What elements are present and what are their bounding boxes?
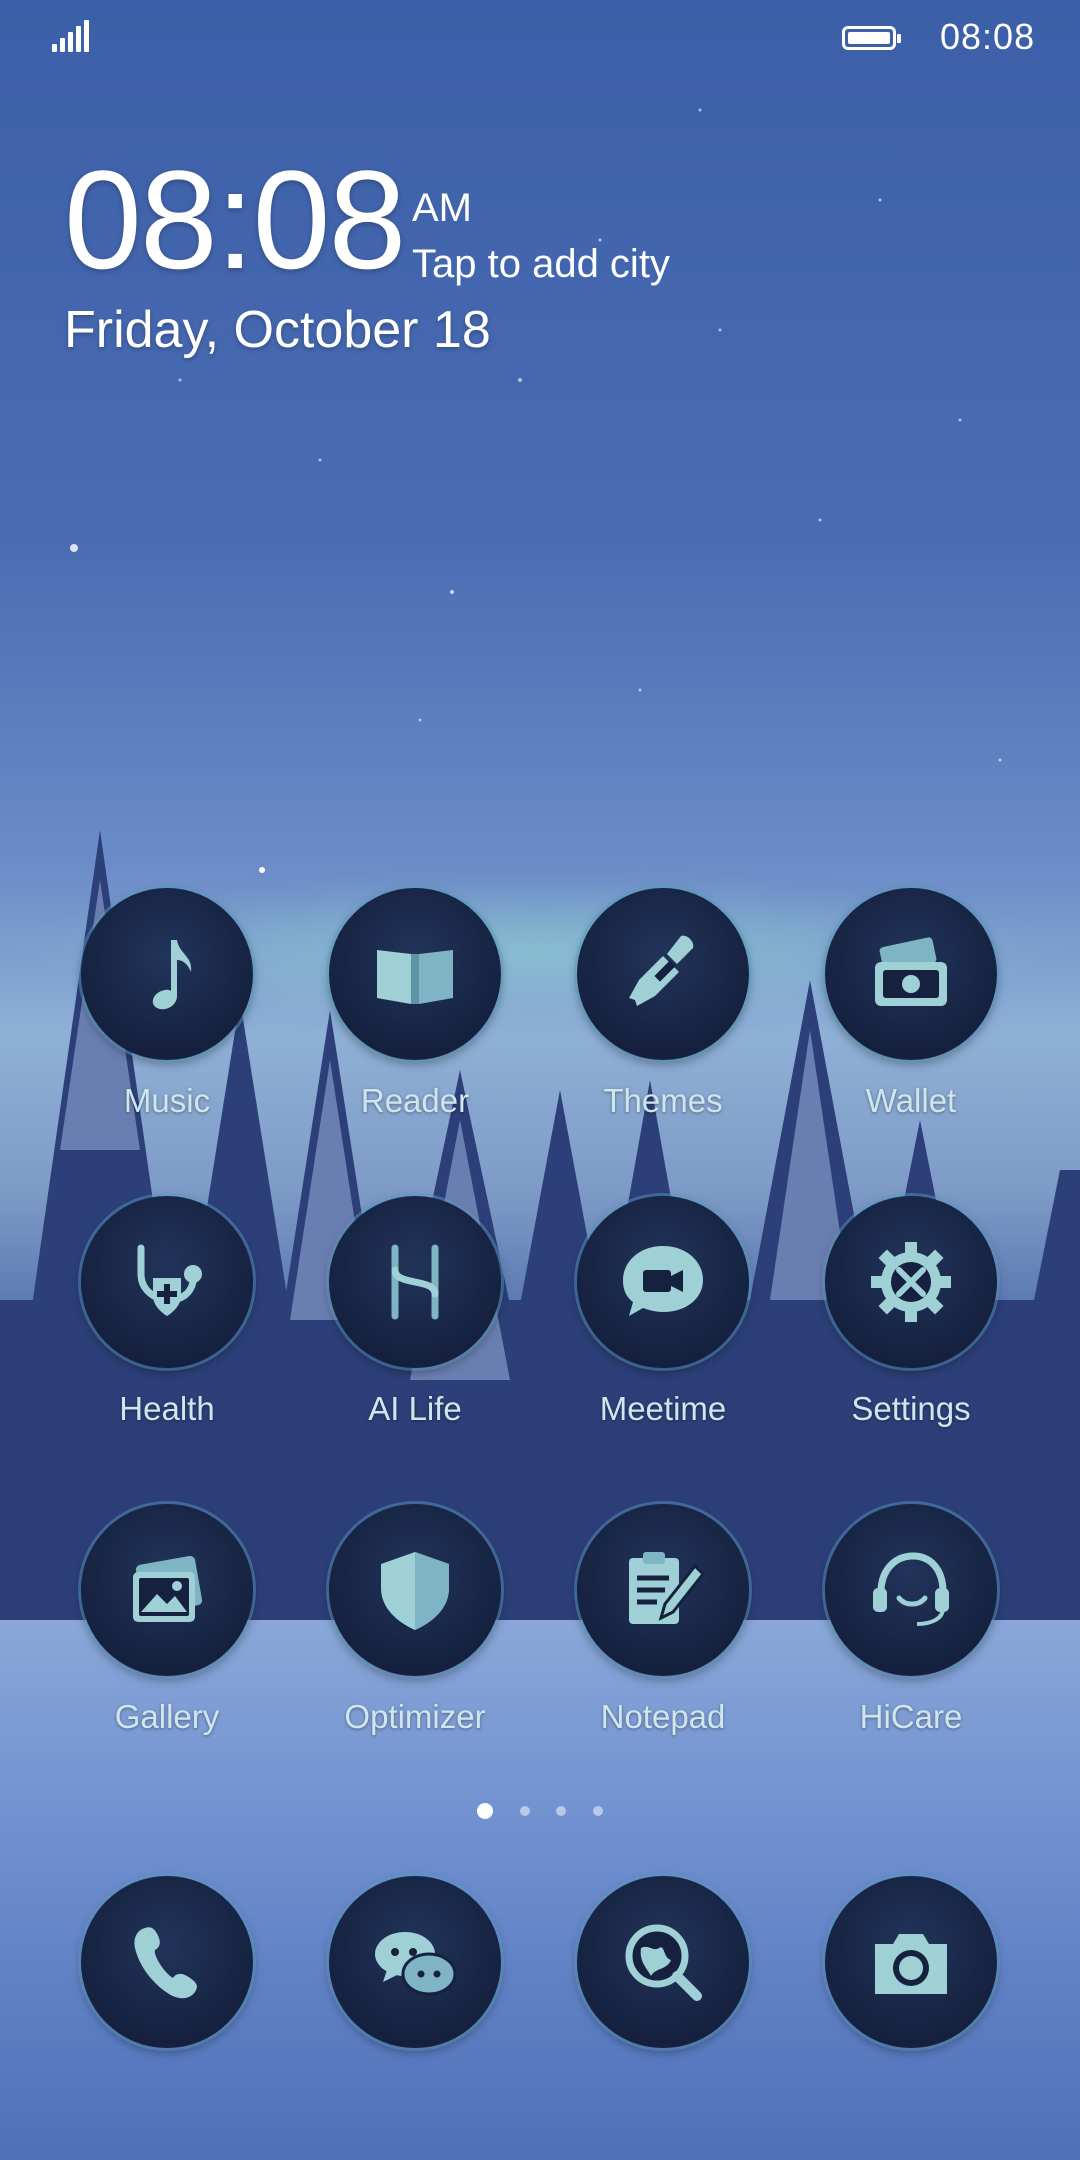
app-label: Wallet xyxy=(865,1082,957,1119)
stethoscope-icon xyxy=(81,1196,253,1368)
app-notepad[interactable]: Notepad xyxy=(563,1504,763,1736)
camera-icon xyxy=(825,1876,997,2048)
app-reader[interactable]: Reader xyxy=(315,888,515,1120)
status-bar: 08:08 xyxy=(0,0,1080,70)
app-label: Music xyxy=(123,1082,211,1119)
browser-icon xyxy=(577,1876,749,2048)
dock-messages[interactable] xyxy=(315,1876,515,2048)
dock-phone[interactable] xyxy=(67,1876,267,2048)
page-dot[interactable] xyxy=(556,1805,567,1816)
app-label: HiCare xyxy=(859,1698,963,1735)
app-label: Settings xyxy=(851,1390,971,1427)
clock-widget[interactable]: 08:08 AM Tap to add city Friday, October… xyxy=(64,141,670,360)
app-label: Optimizer xyxy=(344,1698,486,1735)
phone-icon xyxy=(81,1876,253,2048)
app-music[interactable]: Music xyxy=(67,888,267,1120)
wallet-icon xyxy=(825,888,997,1060)
status-time: 08:08 xyxy=(940,16,1036,57)
battery-icon xyxy=(842,26,901,50)
clock-date: Friday, October 18 xyxy=(64,301,491,359)
page-indicator[interactable] xyxy=(0,1802,1080,1820)
chat-icon xyxy=(329,1876,501,2048)
headset-icon xyxy=(825,1504,997,1676)
app-label: Reader xyxy=(360,1082,470,1119)
notepad-icon xyxy=(577,1504,749,1676)
app-ai-life[interactable]: AI Life xyxy=(315,1196,515,1428)
page-dot[interactable] xyxy=(519,1805,530,1816)
dock-browser[interactable] xyxy=(563,1876,763,2048)
photos-icon xyxy=(81,1504,253,1676)
paintbrush-icon xyxy=(577,888,749,1060)
app-hicare[interactable]: HiCare xyxy=(811,1504,1011,1736)
page-dot-active[interactable] xyxy=(477,1802,494,1819)
shield-icon xyxy=(329,1504,501,1676)
app-label: Notepad xyxy=(600,1698,726,1735)
app-optimizer[interactable]: Optimizer xyxy=(315,1504,515,1736)
page-dot[interactable] xyxy=(592,1805,603,1816)
music-note-icon xyxy=(81,888,253,1060)
signal-icon xyxy=(52,20,92,52)
app-label: AI Life xyxy=(368,1390,462,1427)
app-label: Themes xyxy=(603,1082,723,1119)
weather-city-prompt[interactable]: Tap to add city xyxy=(412,242,670,287)
clock-ampm: AM xyxy=(412,186,472,230)
app-label: Health xyxy=(119,1390,215,1427)
app-health[interactable]: Health xyxy=(67,1196,267,1428)
dock-camera[interactable] xyxy=(811,1876,1011,2048)
app-gallery[interactable]: Gallery xyxy=(67,1504,267,1736)
app-meetime[interactable]: Meetime xyxy=(563,1196,763,1428)
app-themes[interactable]: Themes xyxy=(563,888,763,1120)
app-label: Meetime xyxy=(599,1390,727,1427)
video-chat-icon xyxy=(577,1196,749,1368)
app-label: Gallery xyxy=(114,1698,220,1735)
gear-tools-icon xyxy=(825,1196,997,1368)
book-icon xyxy=(329,888,501,1060)
app-settings[interactable]: Settings xyxy=(811,1196,1011,1428)
ai-life-icon xyxy=(329,1196,501,1368)
app-wallet[interactable]: Wallet xyxy=(811,888,1011,1120)
clock-time: 08:08 xyxy=(64,141,406,298)
